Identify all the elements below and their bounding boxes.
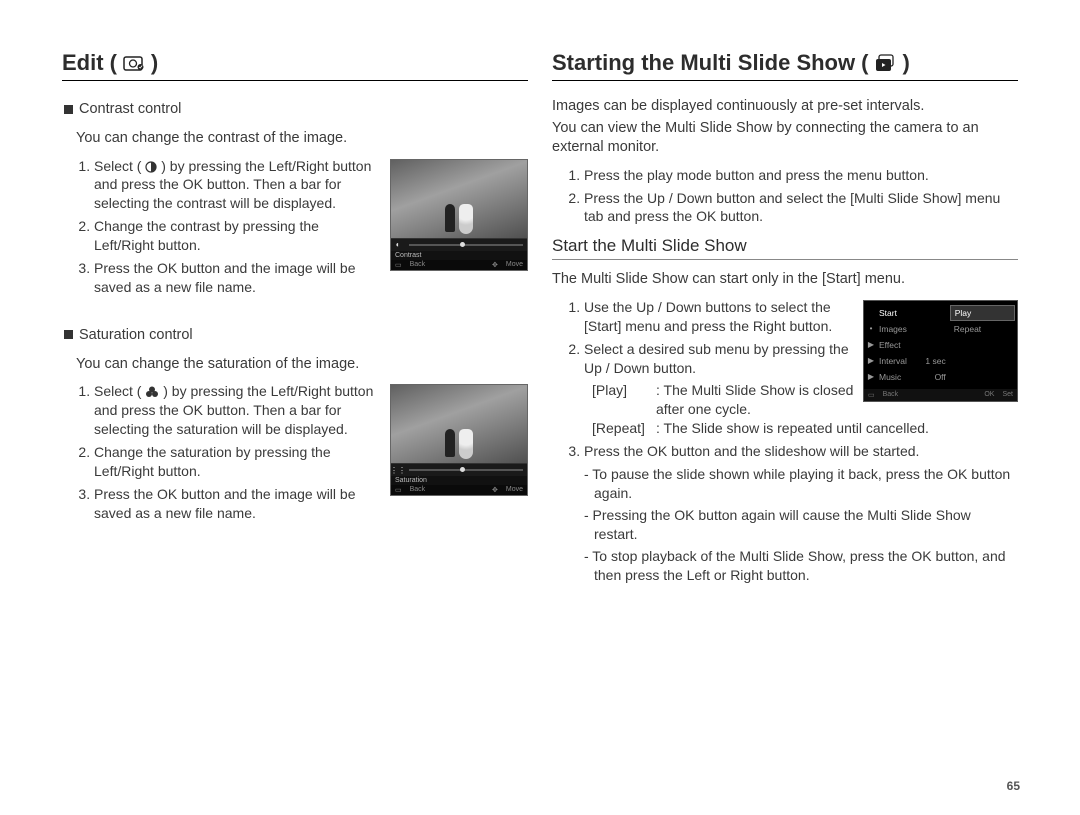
saturation-title: Saturation control [79, 327, 193, 343]
s3-note-b: - Pressing the OK button again will caus… [584, 506, 1018, 544]
menu-row-music: ▶MusicOff [866, 369, 946, 385]
menu-row-effect: ▶Effect [866, 337, 946, 353]
bullet-icon: • [866, 324, 876, 334]
slideshow-icon [874, 54, 896, 72]
saturation-inline-icon [145, 386, 159, 398]
s3-note-a: - To pause the slide shown while playing… [584, 465, 1018, 503]
contrast-back: Back [406, 260, 430, 270]
saturation-photo [391, 385, 527, 463]
menu-back: Back [879, 391, 903, 398]
contrast-photo [391, 160, 527, 238]
play-tri-icon: ▶ [866, 356, 876, 366]
back-key-icon: ▭ [391, 485, 406, 495]
intro-para-2: You can view the Multi Slide Show by con… [552, 119, 1018, 158]
contrast-move: Move [502, 260, 527, 270]
bullet-square [64, 330, 73, 339]
move-key-icon: ✥ [488, 260, 502, 270]
menu-right-list: Play Repeat [948, 301, 1017, 389]
menu-opt-repeat: Repeat [950, 321, 1015, 337]
saturation-block: ⋮⋮ Saturation ▭Back ✥Move Select ( ) by … [76, 382, 528, 526]
heading-rule [62, 80, 528, 81]
menu-row-images: •Images [866, 321, 946, 337]
play-mode-icon [866, 308, 876, 318]
sub-heading: Start the Multi Slide Show [552, 236, 1018, 260]
saturation-back: Back [406, 485, 430, 495]
intro-steps: Press the play mode button and press the… [584, 166, 1018, 231]
sub-intro: The Multi Slide Show can start only in t… [552, 270, 1018, 290]
sub-steps-block: Start •Images ▶Effect ▶Interval1 sec ▶Mu… [552, 298, 1018, 587]
heading-rule [552, 80, 1018, 81]
contrast-fig-label: Contrast [391, 251, 527, 260]
play-tri-icon: ▶ [866, 372, 876, 382]
contrast-slider [409, 244, 523, 246]
heading-paren: ) [902, 50, 909, 76]
contrast-title: Contrast control [79, 101, 181, 117]
s2-lead: Select a desired sub menu by pressing th… [584, 341, 849, 376]
edit-title-text: Edit [62, 50, 104, 76]
s3-note-c: - To stop playback of the Multi Slide Sh… [584, 547, 1018, 585]
heading-paren: ( [110, 50, 117, 76]
move-key-icon: ✥ [488, 485, 502, 495]
contrast-title-row: Contrast control [64, 101, 528, 117]
edit-icon [123, 54, 145, 72]
repeat-def-row: [Repeat] : The Slide show is repeated un… [592, 419, 1018, 438]
play-val: : The Multi Slide Show is closed after o… [656, 381, 855, 419]
menu-left-list: Start •Images ▶Effect ▶Interval1 sec ▶Mu… [864, 301, 948, 389]
contrast-indicator-icon: ◐ [391, 239, 405, 251]
heading-paren: ) [151, 50, 158, 76]
play-def-row: [Play] : The Multi Slide Show is closed … [592, 381, 855, 419]
edit-heading: Edit ( ) [62, 50, 528, 76]
contrast-desc: You can change the contrast of the image… [76, 129, 528, 149]
intro-para-1: Images can be displayed continuously at … [552, 97, 1018, 117]
list-item: Press the play mode button and press the… [584, 166, 1018, 185]
saturation-indicator-icon: ⋮⋮ [391, 464, 405, 476]
list-item: Press the Up / Down button and select th… [584, 189, 1018, 227]
back-key-icon: ▭ [391, 260, 406, 270]
menu-opt-play: Play [950, 305, 1015, 321]
bullet-square [64, 105, 73, 114]
menu-row-start: Start [866, 305, 946, 321]
sub-steps-cont: Press the OK button and the slideshow wi… [584, 442, 1018, 461]
saturation-figure: ⋮⋮ Saturation ▭Back ✥Move [390, 384, 528, 496]
contrast-inline-icon [145, 161, 157, 173]
repeat-val: : The Slide show is repeated until cance… [656, 419, 1018, 438]
slideshow-heading: Starting the Multi Slide Show ( ) [552, 50, 1018, 76]
saturation-desc: You can change the saturation of the ima… [76, 355, 528, 375]
saturation-fig-label: Saturation [391, 476, 527, 485]
menu-row-interval: ▶Interval1 sec [866, 353, 946, 369]
play-key: [Play] [592, 381, 656, 419]
menu-figure: Start •Images ▶Effect ▶Interval1 sec ▶Mu… [863, 300, 1018, 402]
repeat-key: [Repeat] [592, 419, 656, 438]
left-column: Edit ( ) Contrast control You can change… [50, 50, 540, 795]
contrast-block: ◐ Contrast ▭Back ✥Move Select ( ) by pre… [76, 157, 528, 301]
page-number: 65 [1007, 779, 1020, 793]
heading-paren: ( [861, 50, 868, 76]
list-item: Press the OK button and the slideshow wi… [584, 442, 1018, 461]
menu-back-key-icon: ▭ [864, 391, 879, 399]
right-column: Starting the Multi Slide Show ( ) Images… [540, 50, 1030, 795]
saturation-slider [409, 469, 523, 471]
slideshow-title-text: Starting the Multi Slide Show [552, 50, 855, 76]
menu-ok-key-icon: OK [980, 391, 998, 398]
saturation-title-row: Saturation control [64, 327, 528, 343]
saturation-move: Move [502, 485, 527, 495]
play-tri-icon: ▶ [866, 340, 876, 350]
menu-set: Set [998, 391, 1017, 398]
contrast-figure: ◐ Contrast ▭Back ✥Move [390, 159, 528, 271]
